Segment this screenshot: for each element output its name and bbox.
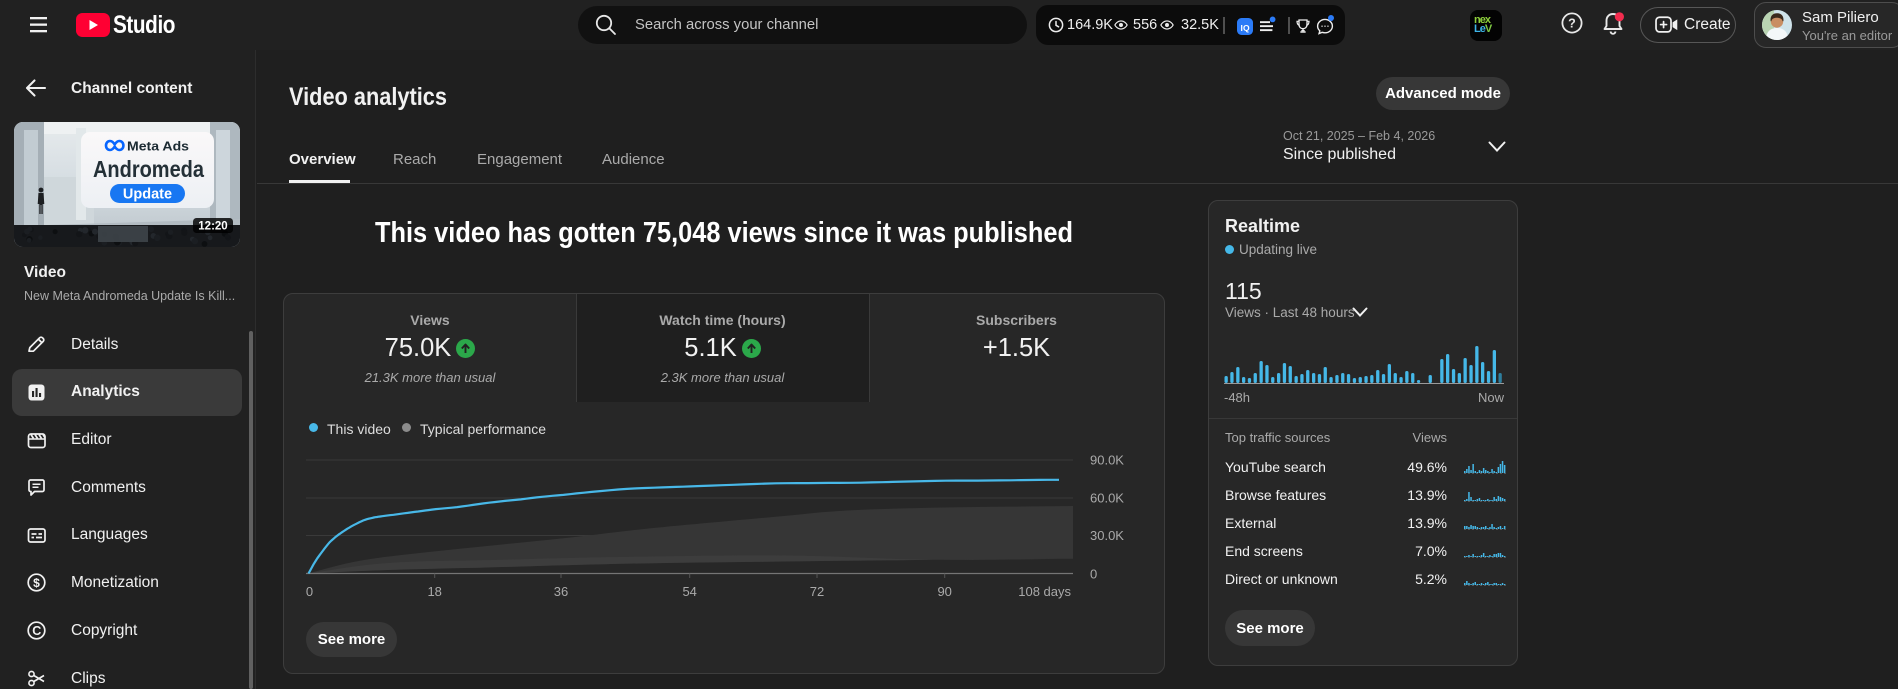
svg-text:C: C	[32, 624, 41, 638]
svg-text:0: 0	[1090, 567, 1097, 582]
svg-text:108 days: 108 days	[1018, 584, 1071, 599]
svg-text:54: 54	[682, 584, 696, 599]
svg-text:Meta Ads: Meta Ads	[127, 139, 189, 154]
svg-text:?: ?	[1568, 16, 1576, 30]
svg-text:60.0K: 60.0K	[1090, 491, 1124, 506]
svg-text:90.0K: 90.0K	[1090, 453, 1124, 468]
svg-text:$: $	[33, 576, 40, 590]
svg-text:72: 72	[810, 584, 824, 599]
svg-text:Andromeda: Andromeda	[93, 156, 204, 182]
svg-text:90: 90	[937, 584, 951, 599]
svg-text:36: 36	[554, 584, 568, 599]
svg-text:30.0K: 30.0K	[1090, 528, 1124, 543]
svg-text:0: 0	[306, 584, 313, 599]
svg-text:12:20: 12:20	[198, 221, 227, 233]
svg-text:Update: Update	[123, 187, 172, 203]
svg-text:18: 18	[427, 584, 441, 599]
